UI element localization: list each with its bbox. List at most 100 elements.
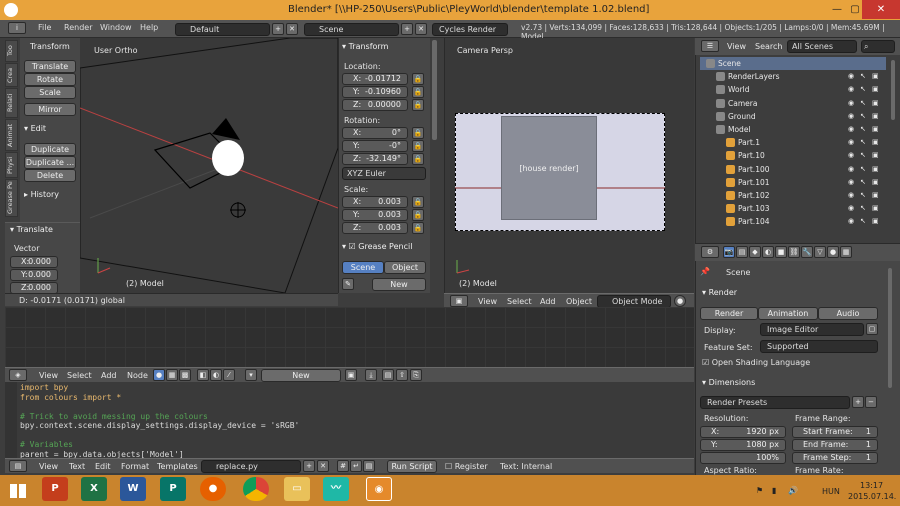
node-select-menu[interactable]: Select bbox=[67, 371, 92, 380]
blender-taskbar-icon[interactable]: ◉ bbox=[366, 477, 392, 501]
n-panel-scrollbar[interactable] bbox=[432, 40, 437, 140]
tab-tools[interactable]: Too bbox=[5, 40, 18, 62]
render-presets-selector[interactable]: Render Presets bbox=[700, 396, 850, 409]
word-wrap-icon[interactable]: ↵ bbox=[350, 460, 362, 472]
node-node-menu[interactable]: Node bbox=[127, 371, 148, 380]
add-scene-icon[interactable]: + bbox=[401, 23, 413, 35]
cursor-icon[interactable]: ↖ bbox=[860, 70, 866, 83]
tray-language[interactable]: HUN bbox=[822, 487, 840, 496]
render-panel-header[interactable]: ▾ Render bbox=[702, 288, 737, 297]
syntax-highlight-icon[interactable]: ▤ bbox=[363, 460, 375, 472]
properties-scrollbar[interactable] bbox=[888, 268, 892, 388]
osl-checkbox[interactable]: ☑ Open Shading Language bbox=[702, 358, 810, 367]
maximize-button[interactable]: ▢ bbox=[848, 3, 862, 16]
display-lock-icon[interactable]: ▢ bbox=[866, 323, 878, 335]
outliner-editor-icon[interactable]: ☰ bbox=[701, 40, 719, 52]
text-view-menu[interactable]: View bbox=[39, 462, 58, 471]
close-button[interactable]: ✕ bbox=[862, 0, 900, 19]
node-view-menu[interactable]: View bbox=[39, 371, 58, 380]
outliner-row[interactable]: Part.103 ◉ ↖ ▣ bbox=[700, 202, 886, 215]
render-icon[interactable]: ▣ bbox=[872, 70, 879, 83]
cursor-icon[interactable]: ↖ bbox=[860, 149, 866, 162]
lock-rotation-y-icon[interactable]: 🔒 bbox=[412, 140, 424, 152]
editor-type-icon[interactable]: ▣ bbox=[450, 295, 468, 307]
cursor-icon[interactable]: ↖ bbox=[860, 110, 866, 123]
outliner-search-input[interactable]: ⌕ bbox=[861, 40, 895, 53]
line-style-icon[interactable]: ⁄ bbox=[223, 369, 235, 381]
eye-icon[interactable]: ◉ bbox=[848, 163, 854, 176]
backdrop-icon[interactable]: ▣ bbox=[345, 369, 357, 381]
start-frame-field[interactable]: Start Frame: 1 bbox=[792, 426, 878, 438]
remove-layout-icon[interactable]: ✕ bbox=[286, 23, 298, 35]
duplicate-button[interactable]: Duplicate bbox=[24, 143, 76, 156]
render-icon[interactable]: ▣ bbox=[872, 136, 879, 149]
delete-button[interactable]: Delete bbox=[24, 169, 76, 182]
feature-set-selector[interactable]: Supported bbox=[760, 340, 878, 353]
word-icon[interactable]: W bbox=[120, 477, 146, 501]
cursor-icon[interactable]: ↖ bbox=[860, 123, 866, 136]
constraints-tab-icon[interactable]: ⛓ bbox=[788, 246, 800, 258]
scale-y-field[interactable]: Y: 0.003 bbox=[342, 209, 408, 221]
resolution-x-field[interactable]: X: 1920 px bbox=[700, 426, 786, 438]
firefox-icon[interactable]: ● bbox=[200, 477, 226, 501]
layout-selector[interactable]: Default bbox=[175, 23, 270, 36]
composite-nodes-icon[interactable]: ▦ bbox=[166, 369, 178, 381]
outliner-row[interactable]: Part.104 ◉ ↖ ▣ bbox=[700, 215, 886, 228]
translate-button[interactable]: Translate bbox=[24, 60, 76, 73]
tab-relations[interactable]: Relati bbox=[5, 88, 18, 118]
render-icon[interactable]: ▣ bbox=[872, 97, 879, 110]
lock-location-x-icon[interactable]: 🔒 bbox=[412, 73, 424, 85]
grease-object-tab[interactable]: Object bbox=[384, 261, 426, 274]
material-tab-icon[interactable]: ● bbox=[827, 246, 839, 258]
cursor-icon[interactable]: ↖ bbox=[860, 176, 866, 189]
tray-network-icon[interactable]: ▮ bbox=[772, 486, 776, 495]
outliner-row[interactable]: World ◉ ↖ ▣ bbox=[700, 83, 886, 96]
render-icon[interactable]: ▣ bbox=[872, 123, 879, 136]
add-layout-icon[interactable]: + bbox=[272, 23, 284, 35]
duplicate-linked-button[interactable]: Duplicate ... bbox=[24, 156, 76, 169]
grease-scene-tab[interactable]: Scene bbox=[342, 261, 384, 274]
operator-y-field[interactable]: Y: 0.000 bbox=[10, 269, 58, 281]
resolution-percentage-field[interactable]: 100% bbox=[700, 452, 786, 464]
lock-rotation-z-icon[interactable]: 🔒 bbox=[412, 153, 424, 165]
cursor-icon[interactable]: ↖ bbox=[860, 97, 866, 110]
cursor-icon[interactable]: ↖ bbox=[860, 189, 866, 202]
scale-x-field[interactable]: X: 0.003 bbox=[342, 196, 408, 208]
outliner-row[interactable]: RenderLayers ◉ ↖ ▣ bbox=[700, 70, 886, 83]
eye-icon[interactable]: ◉ bbox=[848, 110, 854, 123]
outliner-row[interactable]: Scene bbox=[700, 57, 886, 70]
shading-icon[interactable]: ● bbox=[674, 295, 686, 307]
minimize-button[interactable]: — bbox=[830, 3, 844, 16]
lock-location-z-icon[interactable]: 🔒 bbox=[412, 99, 424, 111]
render-layers-tab-icon[interactable]: ▤ bbox=[736, 246, 748, 258]
line-numbers-icon[interactable]: # bbox=[337, 460, 349, 472]
tab-grease-pencil[interactable]: Grease Pe bbox=[5, 179, 18, 217]
data-tab-icon[interactable]: ▽ bbox=[814, 246, 826, 258]
node-new-button[interactable]: New bbox=[261, 369, 341, 382]
file-explorer-icon[interactable]: ▭ bbox=[284, 477, 310, 501]
tray-time[interactable]: 13:17 bbox=[860, 481, 883, 490]
tab-physics[interactable]: Physi bbox=[5, 152, 18, 178]
header-view-menu[interactable]: View bbox=[478, 297, 497, 306]
node-add-menu[interactable]: Add bbox=[101, 371, 117, 380]
add-preset-icon[interactable]: + bbox=[852, 396, 864, 408]
pin-icon[interactable]: 📌 bbox=[700, 267, 710, 276]
menu-help[interactable]: Help bbox=[140, 23, 158, 32]
sound-app-icon[interactable]: 〰 bbox=[323, 477, 349, 501]
outliner-search-menu[interactable]: Search bbox=[755, 42, 782, 51]
rotate-button[interactable]: Rotate bbox=[24, 73, 76, 86]
text-format-menu[interactable]: Format bbox=[121, 462, 149, 471]
eye-icon[interactable]: ◉ bbox=[848, 215, 854, 228]
remove-scene-icon[interactable]: ✕ bbox=[415, 23, 427, 35]
text-file-add-icon[interactable]: + bbox=[303, 460, 315, 472]
cursor-icon[interactable]: ↖ bbox=[860, 163, 866, 176]
resolution-y-field[interactable]: Y: 1080 px bbox=[700, 439, 786, 451]
scale-z-field[interactable]: Z: 0.003 bbox=[342, 222, 408, 234]
audio-button[interactable]: Audio bbox=[818, 307, 878, 320]
tab-create[interactable]: Crea bbox=[5, 63, 18, 87]
properties-editor-icon[interactable]: ⚙ bbox=[701, 246, 719, 258]
node-tool-3-icon[interactable]: ⎘ bbox=[410, 369, 422, 381]
render-icon[interactable]: ▣ bbox=[872, 202, 879, 215]
outliner-row[interactable]: Ground ◉ ↖ ▣ bbox=[700, 110, 886, 123]
outliner-row[interactable]: Part.100 ◉ ↖ ▣ bbox=[700, 163, 886, 176]
